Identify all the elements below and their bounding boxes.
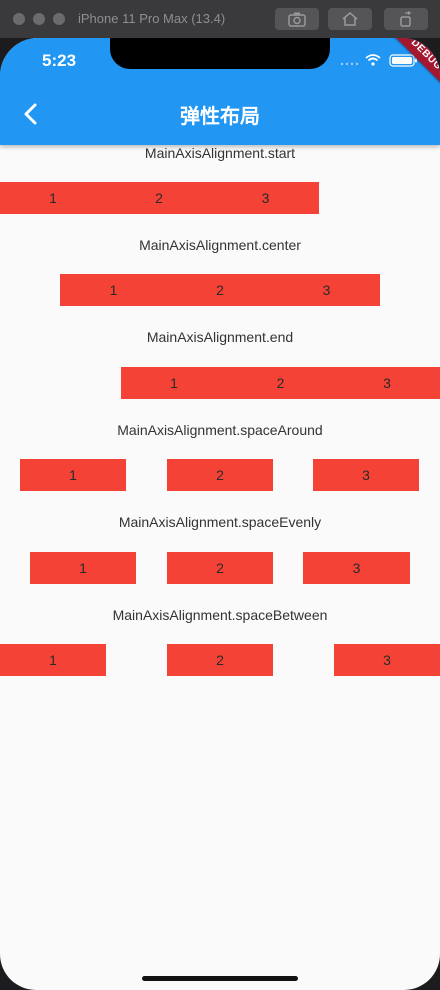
simulator-title: iPhone 11 Pro Max (13.4) (78, 11, 226, 26)
row-center: 1 2 3 (0, 274, 440, 306)
box-item: 3 (212, 182, 319, 214)
app-bar: 5:23 DEBUG 弹性布局 (0, 38, 440, 145)
section-label-center: MainAxisAlignment.center (139, 237, 301, 253)
box-item: 1 (0, 182, 106, 214)
page-title: 弹性布局 (180, 106, 260, 128)
box-item: 3 (303, 552, 410, 584)
box-item: 2 (167, 644, 273, 676)
box-item: 3 (334, 644, 440, 676)
home-button[interactable] (328, 8, 372, 30)
section-label-end: MainAxisAlignment.end (146, 329, 294, 345)
status-time: 5:23 (42, 51, 77, 70)
box-item: 3 (334, 367, 440, 399)
camera-icon (288, 12, 306, 27)
home-indicator[interactable] (142, 976, 298, 981)
box-item: 2 (106, 182, 212, 214)
home-icon (342, 12, 358, 26)
section-label-start: MainAxisAlignment.start (144, 145, 296, 161)
notch (110, 38, 330, 69)
row-end: 1 2 3 (0, 367, 440, 399)
box-item: 1 (60, 274, 167, 306)
zoom-window-button[interactable] (53, 13, 65, 25)
box-item: 2 (167, 274, 273, 306)
section-label-space-around: MainAxisAlignment.spaceAround (117, 422, 323, 438)
rotate-icon (400, 11, 412, 27)
screenshot-button[interactable] (275, 8, 319, 30)
row-start: 1 2 3 (0, 182, 440, 214)
signal-icon (340, 62, 359, 66)
box-item: 3 (273, 274, 380, 306)
close-window-button[interactable] (13, 13, 25, 25)
row-space-around: 1 2 3 (0, 459, 440, 491)
box-item: 2 (227, 367, 334, 399)
rotate-button[interactable] (384, 8, 428, 30)
wifi-icon (365, 54, 381, 66)
row-space-evenly: 1 2 3 (0, 552, 440, 584)
row-space-between: 1 2 3 (0, 644, 440, 676)
section-label-space-between: MainAxisAlignment.spaceBetween (112, 607, 328, 623)
box-item: 1 (0, 644, 106, 676)
box-item: 1 (20, 459, 126, 491)
box-item: 2 (167, 552, 273, 584)
minimize-window-button[interactable] (33, 13, 45, 25)
simulator-title-bar: iPhone 11 Pro Max (13.4) (0, 0, 440, 38)
box-item: 1 (121, 367, 227, 399)
section-label-space-evenly: MainAxisAlignment.spaceEvenly (118, 514, 322, 530)
box-item: 3 (313, 459, 419, 491)
box-item: 1 (30, 552, 136, 584)
phone-screen: 5:23 DEBUG 弹性布局 MainAxisAlignment.start … (0, 38, 440, 990)
box-item: 2 (167, 459, 273, 491)
battery-icon (389, 54, 417, 67)
